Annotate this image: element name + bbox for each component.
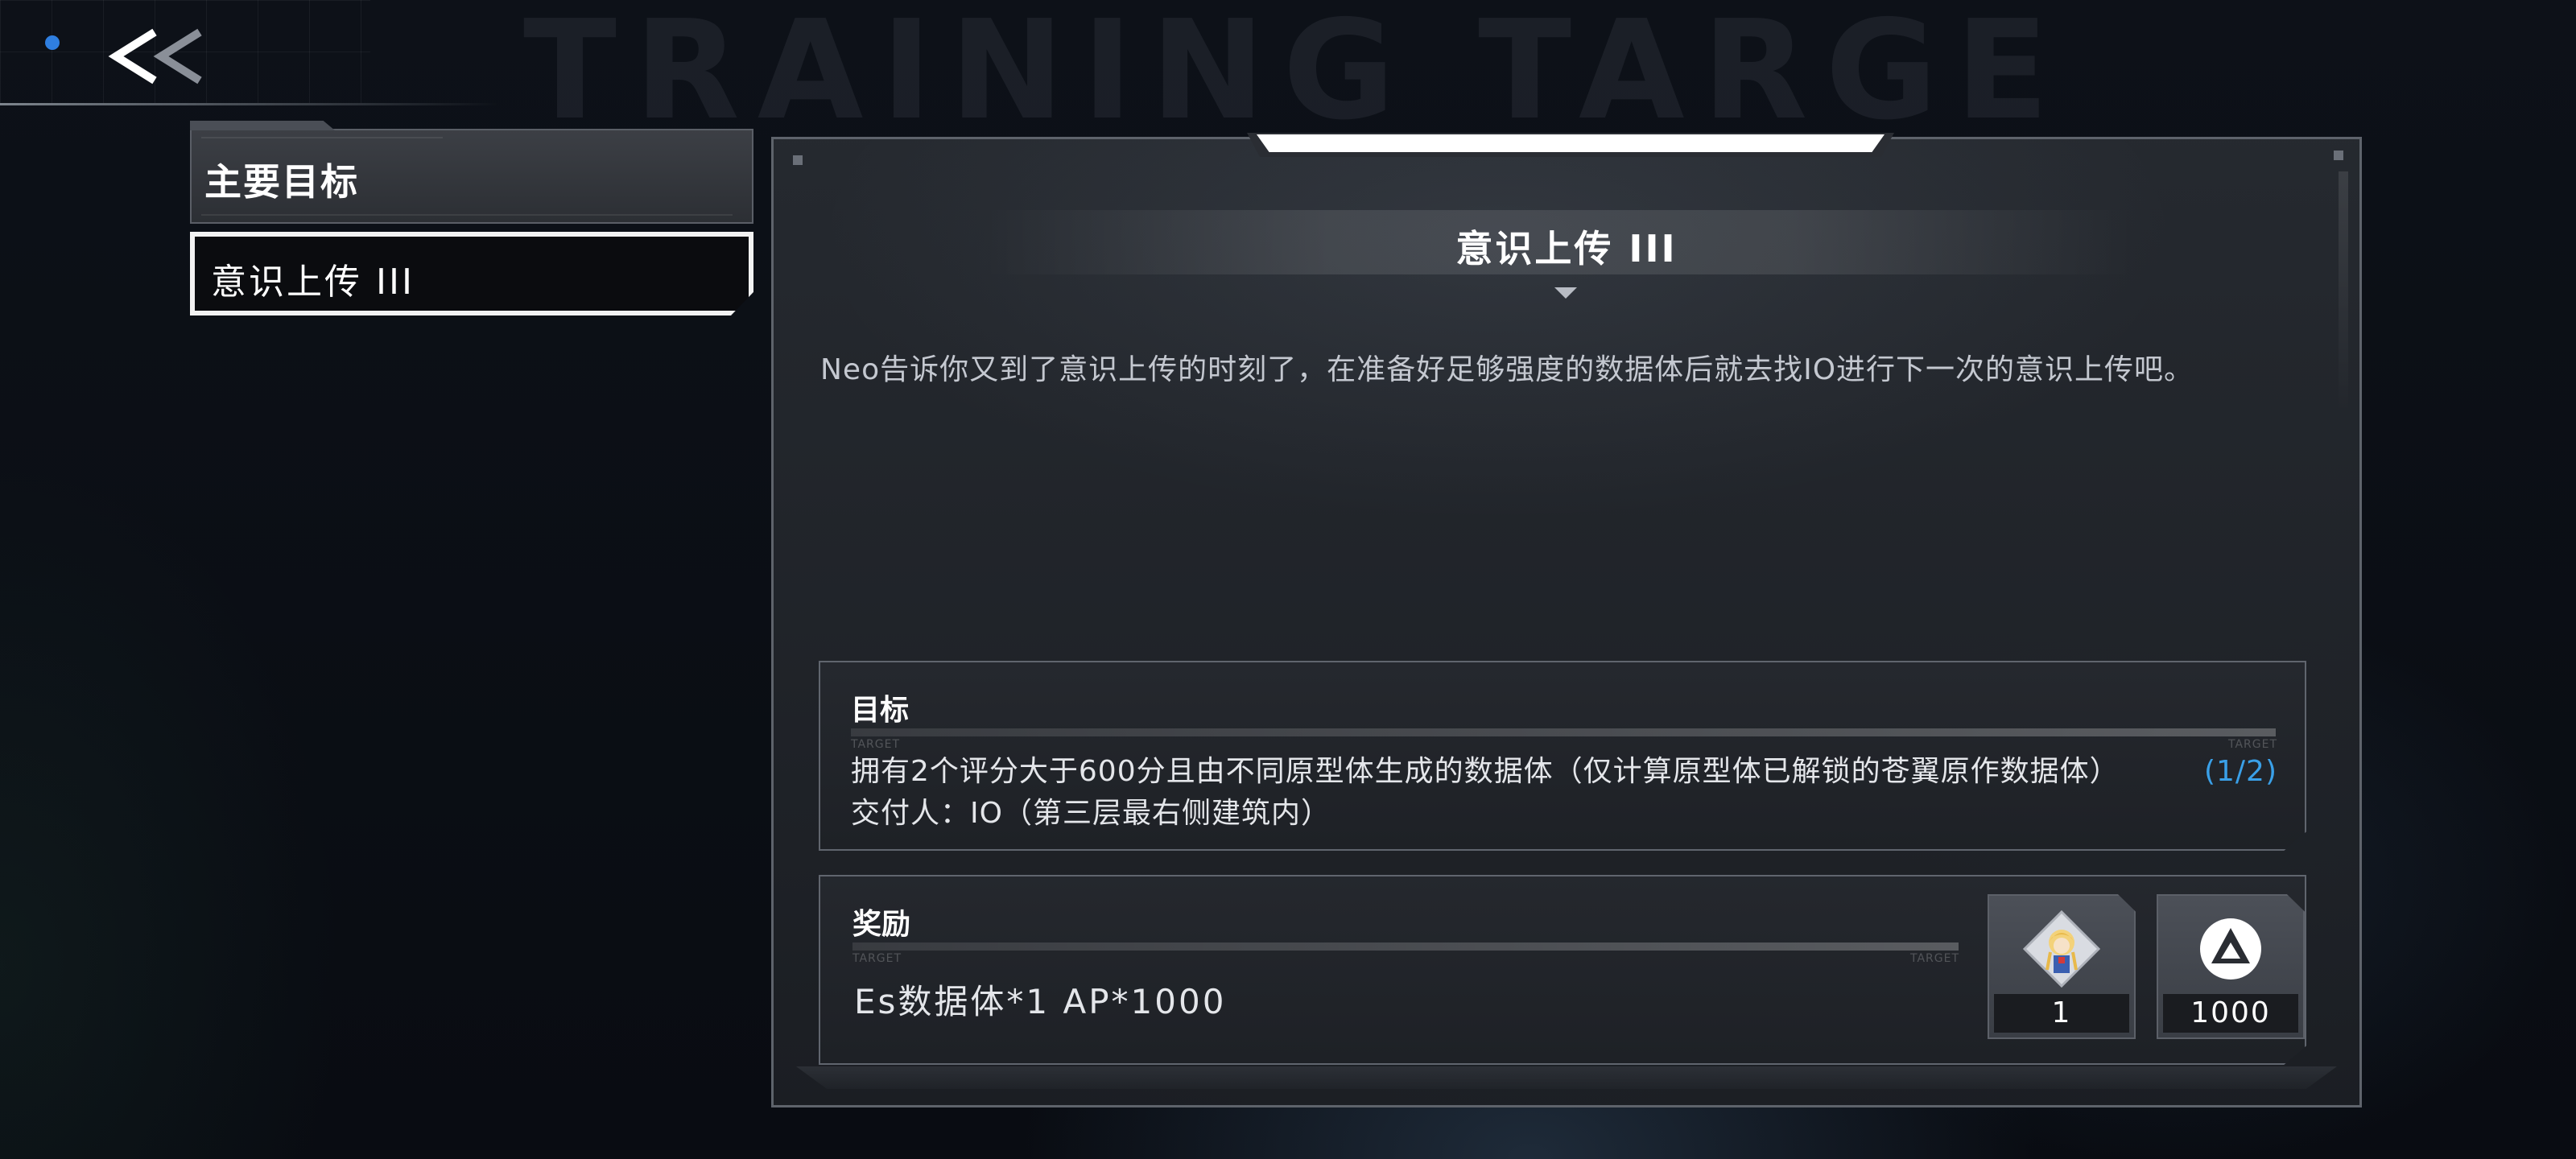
reward-divider bbox=[852, 942, 1959, 951]
caret-down-icon bbox=[1554, 287, 1577, 299]
objective-heading: 目标 bbox=[851, 694, 910, 727]
status-dot bbox=[45, 35, 60, 50]
side-decoration bbox=[2339, 171, 2348, 413]
ap-logo-icon bbox=[2192, 910, 2269, 988]
section-title: 主要目标 bbox=[204, 160, 359, 204]
reward-item-count: 1000 bbox=[2163, 994, 2298, 1033]
reward-tag-right: TARGET bbox=[1910, 952, 1960, 965]
objective-deliver-to: 交付人：IO（第三层最右侧建筑内） bbox=[851, 797, 1331, 830]
corner-decoration bbox=[2334, 151, 2343, 160]
header-decoration bbox=[201, 137, 443, 148]
quest-description: Neo告诉你又到了意识上传的时刻了，在准备好足够强度的数据体后就去找IO进行下一… bbox=[820, 353, 2194, 386]
quest-list-item-label: 意识上传 III bbox=[211, 262, 415, 303]
objective-progress: (1/2) bbox=[2203, 755, 2277, 788]
top-bar: TRAINING TARGET bbox=[0, 0, 2576, 127]
objective-section: 目标 TARGET TARGET 拥有2个评分大于600分且由不同原型体生成的数… bbox=[819, 661, 2306, 851]
reward-item-ap[interactable]: 1000 bbox=[2157, 894, 2305, 1039]
quest-title: 意识上传 III bbox=[1455, 227, 1678, 270]
reward-tag-left: TARGET bbox=[852, 952, 902, 965]
quest-detail-panel: 意识上传 III Neo告诉你又到了意识上传的时刻了，在准备好足够强度的数据体后… bbox=[771, 133, 2362, 1107]
header-tab-decoration bbox=[190, 121, 335, 130]
character-portrait-icon bbox=[2022, 909, 2101, 988]
objective-tag-right: TARGET bbox=[2227, 738, 2277, 751]
header-decoration bbox=[201, 214, 733, 216]
game-screen: TRAINING TARGET 主要目标 意识上传 III 意识上传 III N… bbox=[0, 0, 2576, 1159]
panel-bottom-decoration bbox=[796, 1066, 2337, 1089]
back-button[interactable] bbox=[105, 23, 217, 95]
panel-top-highlight bbox=[1257, 134, 1885, 152]
reward-section: 奖励 TARGET TARGET Es数据体*1 AP*1000 1 1000 bbox=[819, 875, 2306, 1065]
objective-requirement: 拥有2个评分大于600分且由不同原型体生成的数据体（仅计算原型体已解锁的苍翼原作… bbox=[851, 755, 2120, 788]
objective-divider bbox=[851, 728, 2276, 736]
top-bar-divider bbox=[0, 103, 499, 105]
main-objectives-header: 主要目标 bbox=[190, 121, 753, 224]
reward-item-count: 1 bbox=[1994, 994, 2129, 1033]
double-chevron-left-icon bbox=[108, 28, 202, 85]
reward-heading: 奖励 bbox=[852, 908, 911, 941]
reward-item-es-data[interactable]: 1 bbox=[1988, 894, 2136, 1039]
corner-decoration bbox=[793, 155, 803, 165]
objective-tag-left: TARGET bbox=[851, 738, 901, 751]
page-watermark-title: TRAINING TARGET bbox=[523, 14, 2053, 127]
quest-list-item-selected[interactable]: 意识上传 III bbox=[190, 232, 753, 316]
reward-summary: Es数据体*1 AP*1000 bbox=[854, 982, 1227, 1021]
